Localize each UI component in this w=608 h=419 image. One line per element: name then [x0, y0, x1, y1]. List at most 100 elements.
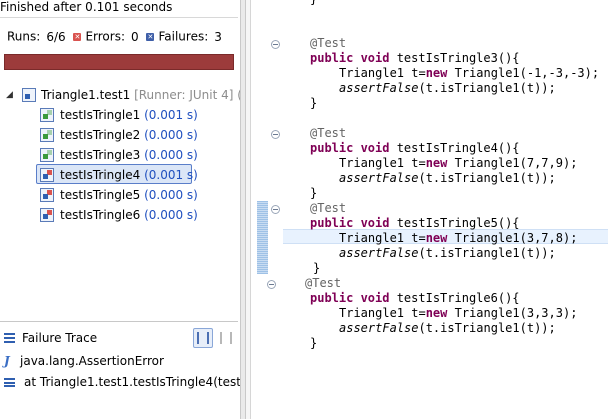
fold-toggle-icon[interactable]	[267, 280, 276, 289]
test-case-label: testIsTringle2 (0.000 s)	[60, 126, 198, 144]
test-duration: (0.000 s)	[144, 128, 198, 142]
test-case-label: testIsTringle4 (0.001 s)	[60, 166, 198, 184]
filter-icon	[197, 332, 209, 344]
code-text: Triangle1(3,7,8);	[447, 231, 578, 245]
keyword-token: new	[425, 306, 448, 320]
error-icon: ✕	[73, 32, 82, 41]
annotation-token: @Test	[310, 126, 347, 140]
test-case-label: testIsTringle6 (0.000 s)	[60, 206, 198, 224]
junit-panel: Finished after 0.101 seconds Runs: 6/6 ✕ E…	[0, 0, 240, 419]
filter-stack-trace-button[interactable]	[193, 328, 213, 348]
test-duration: (0.001 s)	[144, 108, 198, 122]
test-duration: (0.000 s)	[144, 148, 198, 162]
code-line[interactable]: }	[310, 336, 317, 351]
test-name: testIsTringle4	[60, 168, 145, 182]
test-case-row[interactable]: testIsTringle5 (0.000 s)	[0, 186, 240, 204]
fold-toggle-icon[interactable]	[271, 40, 280, 49]
test-name: testIsTringle2	[60, 128, 145, 142]
test-case-row[interactable]: testIsTringle1 (0.001 s)	[0, 106, 240, 124]
code-line[interactable]: assertFalse(t.isTriangle1(t));	[339, 246, 556, 261]
code-line[interactable]: Triangle1 t=new Triangle1(-1,-3,-3);	[339, 66, 599, 81]
code-text: (t.isTriangle1(t));	[418, 171, 556, 185]
test-case-row[interactable]: testIsTringle3 (0.000 s)	[0, 146, 240, 164]
test-case-label: testIsTringle5 (0.000 s)	[60, 186, 198, 204]
test-failed-icon	[40, 188, 54, 202]
expand-arrow-icon[interactable]: ◢	[6, 86, 14, 104]
code-line[interactable]: }	[313, 261, 320, 276]
keyword-token: new	[425, 66, 448, 80]
code-line[interactable]: Triangle1 t=new Triangle1(3,3,3);	[339, 306, 577, 321]
code-text: Triangle1(-1,-3,-3);	[447, 66, 600, 80]
test-name: testIsTringle5	[60, 188, 145, 202]
code-line[interactable]: @Test	[305, 276, 341, 291]
compare-icon	[220, 332, 232, 344]
code-text: Triangle1(7,7,9);	[447, 156, 578, 170]
failures-value: 3	[214, 29, 222, 44]
keyword-token: public void	[310, 216, 390, 230]
runs-label: Runs:	[7, 29, 41, 44]
divider-line[interactable]	[0, 321, 238, 322]
failure-trace-header: Failure Trace	[0, 327, 240, 349]
code-line[interactable]: public void testIsTringle6(){	[310, 291, 520, 306]
test-case-row[interactable]: testIsTringle6 (0.000 s)	[0, 206, 240, 224]
code-line[interactable]: }	[310, 0, 317, 7]
code-line[interactable]: Triangle1 t=new Triangle1(3,7,8);	[339, 231, 577, 246]
suite-name: Triangle1.test1	[41, 88, 135, 102]
code-text: Triangle1(3,3,3);	[447, 306, 578, 320]
code-line[interactable]: }	[310, 96, 317, 111]
progress-bar	[4, 54, 234, 70]
code-line[interactable]: }	[310, 186, 317, 201]
code-line[interactable]: @Test	[310, 201, 346, 216]
test-failed-icon	[40, 208, 54, 222]
divider-line	[0, 17, 238, 18]
code-text: Triangle1 t=	[339, 156, 426, 170]
compare-results-button[interactable]	[216, 328, 236, 348]
stack-trace-icon	[4, 333, 15, 343]
run-status-text: Finished after 0.101 seconds	[0, 0, 173, 14]
errors-label: Errors:	[85, 29, 125, 44]
code-line[interactable]: assertFalse(t.isTriangle1(t));	[339, 81, 556, 96]
test-case-row[interactable]: testIsTringle4 (0.001 s)	[0, 166, 240, 184]
keyword-token: public void	[310, 51, 390, 65]
fold-toggle-icon[interactable]	[271, 130, 280, 139]
fold-toggle-icon[interactable]	[271, 205, 280, 214]
test-suite-icon	[22, 88, 36, 102]
method-signature-text: testIsTringle5(){	[389, 216, 520, 230]
code-text: Triangle1 t=	[339, 231, 426, 245]
test-name: testIsTringle1	[60, 108, 145, 122]
static-call-token: assertFalse	[339, 171, 419, 185]
test-passed-icon	[40, 128, 54, 142]
test-name: testIsTringle6	[60, 208, 145, 222]
keyword-token: public void	[310, 291, 390, 305]
test-failed-icon	[40, 168, 54, 182]
stack-frame-icon	[4, 378, 15, 387]
code-line[interactable]: assertFalse(t.isTriangle1(t));	[339, 171, 556, 186]
code-text: Triangle1 t=	[339, 306, 426, 320]
failures-label: Failures:	[158, 29, 209, 44]
method-signature-text: testIsTringle3(){	[389, 51, 520, 65]
test-case-label: testIsTringle3 (0.000 s)	[60, 146, 198, 164]
tree-suite-row[interactable]: ◢ Triangle1.test1 [Runner: JUnit 4] (0	[0, 86, 240, 104]
static-call-token: assertFalse	[339, 246, 419, 260]
code-text: Triangle1 t=	[339, 66, 426, 80]
code-text: (t.isTriangle1(t));	[418, 246, 556, 260]
folding-gutter[interactable]	[250, 0, 280, 419]
java-exception-icon: J	[4, 354, 10, 368]
test-duration: (0.000 s)	[144, 188, 198, 202]
annotation-token: @Test	[305, 276, 342, 290]
method-signature-text: testIsTringle4(){	[389, 141, 520, 155]
trace-frame-text: at Triangle1.test1.testIsTringle4(test1.	[24, 375, 240, 389]
runs-value: 6/6	[46, 29, 66, 44]
keyword-token: public void	[310, 141, 390, 155]
code-line[interactable]: assertFalse(t.isTriangle1(t));	[339, 321, 556, 336]
code-line[interactable]: public void testIsTringle4(){	[310, 141, 520, 156]
code-line[interactable]: public void testIsTringle5(){	[310, 216, 520, 231]
code-line[interactable]: @Test	[310, 126, 346, 141]
code-text: (t.isTriangle1(t));	[418, 321, 556, 335]
test-case-row[interactable]: testIsTringle2 (0.000 s)	[0, 126, 240, 144]
errors-value: 0	[131, 29, 139, 44]
code-line[interactable]: public void testIsTringle3(){	[310, 51, 520, 66]
failure-trace-title: Failure Trace	[22, 331, 98, 345]
code-line[interactable]: @Test	[310, 36, 346, 51]
code-line[interactable]: Triangle1 t=new Triangle1(7,7,9);	[339, 156, 577, 171]
